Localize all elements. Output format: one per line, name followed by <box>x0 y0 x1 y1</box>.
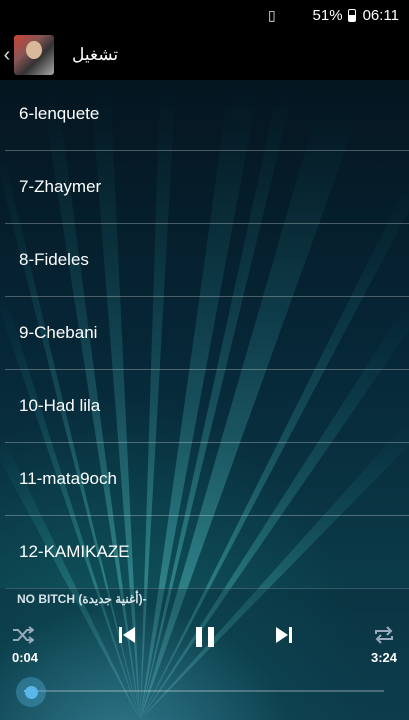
track-item[interactable]: 7-Zhaymer <box>5 151 409 224</box>
track-item[interactable]: 11-mata9och <box>5 443 409 516</box>
pause-icon[interactable] <box>193 624 217 650</box>
track-item[interactable]: 8-Fideles <box>5 224 409 297</box>
app-bar: ‹ تشغيل <box>0 30 409 80</box>
next-icon[interactable] <box>274 624 294 646</box>
clock: 06:11 <box>362 6 399 24</box>
track-item[interactable]: 9-Chebani <box>5 297 409 370</box>
vibrate-icon: ▯ <box>268 6 276 23</box>
shuffle-icon[interactable] <box>12 624 34 646</box>
repeat-icon[interactable] <box>373 624 395 646</box>
battery-icon <box>347 8 356 22</box>
seek-bar-thumb[interactable] <box>16 677 47 707</box>
previous-icon[interactable] <box>117 624 137 646</box>
total-duration: 3:24 <box>371 650 398 665</box>
now-playing-title: NO BITCH (أغنية جديدة)- <box>17 592 147 606</box>
back-chevron-icon[interactable]: ‹ <box>0 30 14 80</box>
track-item[interactable]: 10-Had lila <box>5 370 409 443</box>
seek-bar[interactable] <box>24 690 384 692</box>
elapsed-time: 0:04 <box>12 650 39 665</box>
track-item[interactable]: 12-KAMIKAZE <box>5 516 409 589</box>
track-list: 6-lenquete 7-Zhaymer 8-Fideles 9-Chebani… <box>5 78 409 589</box>
album-cover-avatar[interactable] <box>14 35 54 75</box>
page-title: تشغيل <box>72 45 119 64</box>
player-panel <box>0 588 409 720</box>
track-item[interactable]: 6-lenquete <box>5 78 409 151</box>
status-bar: ▯ 51% 06:11 <box>0 0 409 30</box>
battery-percent: 51% <box>312 6 343 24</box>
